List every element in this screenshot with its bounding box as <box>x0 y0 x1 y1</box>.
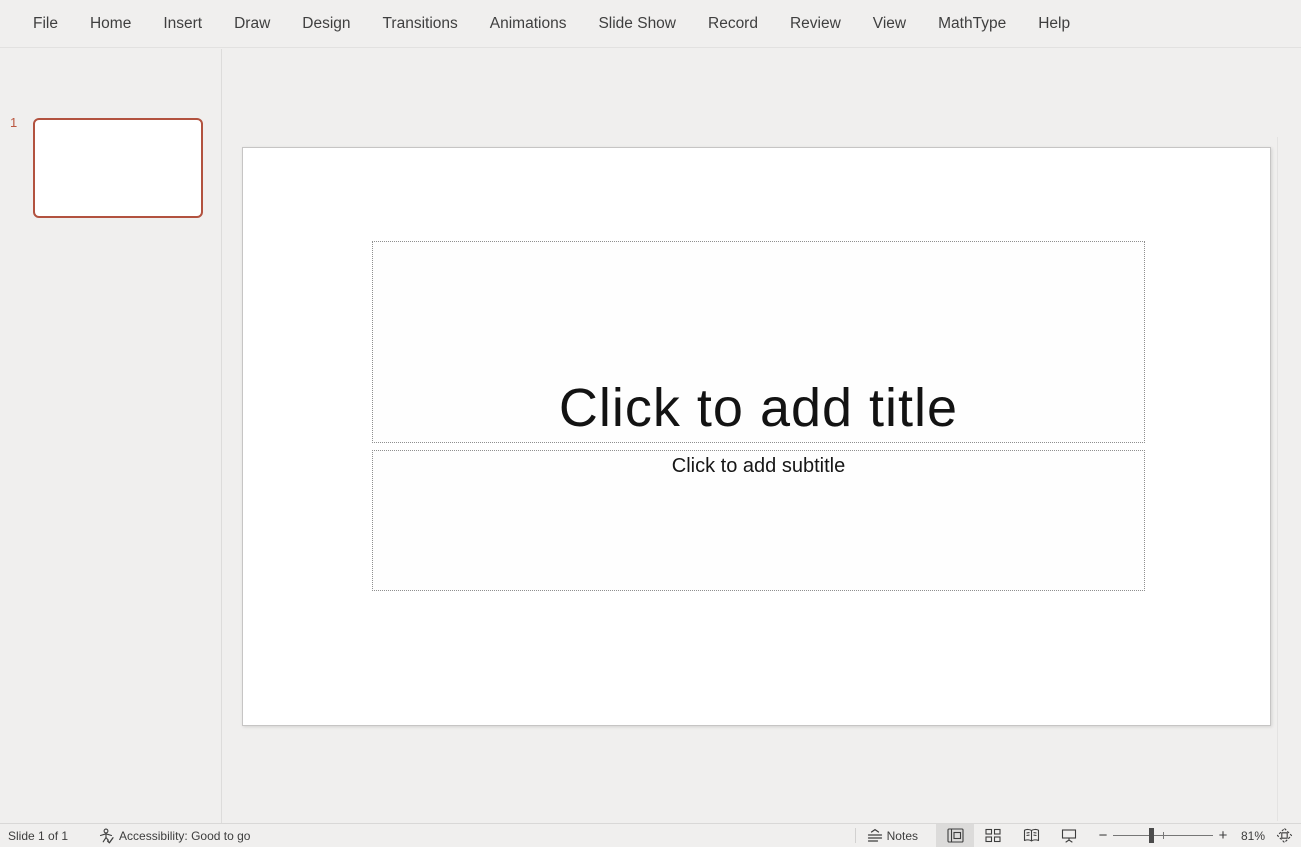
tab-file[interactable]: File <box>33 15 58 33</box>
subtitle-placeholder[interactable]: Click to add subtitle <box>372 450 1145 591</box>
slide-sorter-button[interactable] <box>974 824 1012 847</box>
slideshow-button[interactable] <box>1050 824 1088 847</box>
tab-transitions[interactable]: Transitions <box>383 15 458 33</box>
normal-view-icon <box>947 828 964 843</box>
zoom-out-button[interactable]: − <box>1096 827 1110 844</box>
slide-canvas[interactable]: Click to add title Click to add subtitle <box>242 147 1271 726</box>
tab-animations[interactable]: Animations <box>490 15 567 33</box>
title-placeholder[interactable]: Click to add title <box>372 241 1145 443</box>
tab-view[interactable]: View <box>873 15 906 33</box>
zoom-in-button[interactable]: + <box>1216 827 1230 844</box>
slide-thumbnail-1[interactable] <box>33 118 203 218</box>
tab-review[interactable]: Review <box>790 15 841 33</box>
notes-icon <box>867 828 883 843</box>
zoom-slider-center-tick <box>1163 832 1164 839</box>
normal-view-button[interactable] <box>936 824 974 847</box>
accessibility-checker-button[interactable]: Accessibility: Good to go <box>99 828 250 844</box>
title-placeholder-text: Click to add title <box>559 379 958 438</box>
status-bar-right: Notes <box>855 824 1293 847</box>
subtitle-placeholder-text: Click to add subtitle <box>672 453 845 480</box>
tab-home[interactable]: Home <box>90 15 131 33</box>
tab-draw[interactable]: Draw <box>234 15 270 33</box>
zoom-slider-handle[interactable] <box>1149 828 1154 843</box>
slide-thumbnail-number: 1 <box>10 115 17 130</box>
tab-record[interactable]: Record <box>708 15 758 33</box>
status-section-divider <box>855 828 856 843</box>
powerpoint-window: File Home Insert Draw Design Transitions… <box>0 0 1301 847</box>
slide-sorter-icon <box>985 828 1001 843</box>
slide-thumbnail-panel: 1 <box>0 49 222 823</box>
slide-counter[interactable]: Slide 1 of 1 <box>8 829 68 843</box>
fit-slide-to-window-icon <box>1276 827 1293 844</box>
notes-button[interactable]: Notes <box>863 826 922 845</box>
tab-mathtype[interactable]: MathType <box>938 15 1006 33</box>
status-bar: Slide 1 of 1 Accessibility: Good to go <box>0 823 1301 847</box>
reading-view-icon <box>1023 828 1040 843</box>
slideshow-icon <box>1061 828 1077 843</box>
reading-view-button[interactable] <box>1012 824 1050 847</box>
zoom-slider[interactable] <box>1113 824 1213 847</box>
status-bar-left: Slide 1 of 1 Accessibility: Good to go <box>8 824 250 847</box>
notes-button-label: Notes <box>887 829 918 843</box>
view-shortcuts <box>936 824 1088 847</box>
fit-slide-to-window-button[interactable] <box>1276 827 1293 844</box>
zoom-controls: − + 81% <box>1096 824 1293 847</box>
slide-editor-area: Click to add title Click to add subtitle <box>223 49 1301 823</box>
tab-insert[interactable]: Insert <box>163 15 202 33</box>
scrollbar-track[interactable] <box>1277 137 1278 821</box>
accessibility-icon <box>99 828 114 844</box>
accessibility-status-text: Accessibility: Good to go <box>119 829 250 843</box>
tab-slide-show[interactable]: Slide Show <box>598 15 676 33</box>
tab-help[interactable]: Help <box>1038 15 1070 33</box>
ribbon-tab-bar: File Home Insert Draw Design Transitions… <box>0 0 1301 48</box>
tab-design[interactable]: Design <box>302 15 350 33</box>
zoom-level-label[interactable]: 81% <box>1236 829 1270 843</box>
